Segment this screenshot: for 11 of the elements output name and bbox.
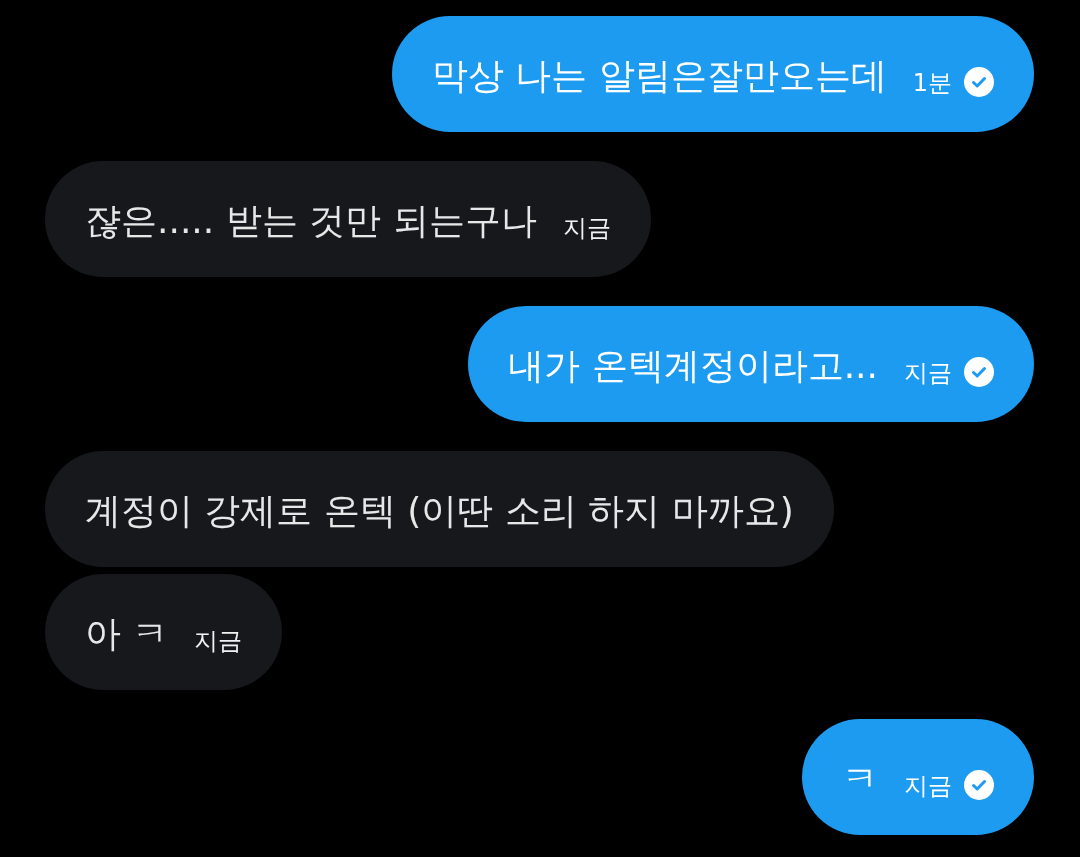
- message-text: 쟎은..... 받는 것만 되는구나: [85, 199, 537, 243]
- message-text: 막상 나는 알림은잘만오는데: [431, 54, 887, 98]
- timestamp: 지금: [194, 626, 243, 656]
- timestamp: 지금: [904, 358, 952, 388]
- timestamp: 지금: [562, 213, 611, 243]
- message-text: 계정이 강제로 온텍 (이딴 소리 하지 마까요): [85, 489, 794, 533]
- message-text: 내가 온텍계정이라고...: [508, 344, 878, 388]
- message-text: ㅋ: [842, 757, 878, 801]
- timestamp: 1분: [912, 68, 952, 98]
- timestamp: 지금: [904, 771, 952, 801]
- message-text: 아 ㅋ: [85, 612, 169, 656]
